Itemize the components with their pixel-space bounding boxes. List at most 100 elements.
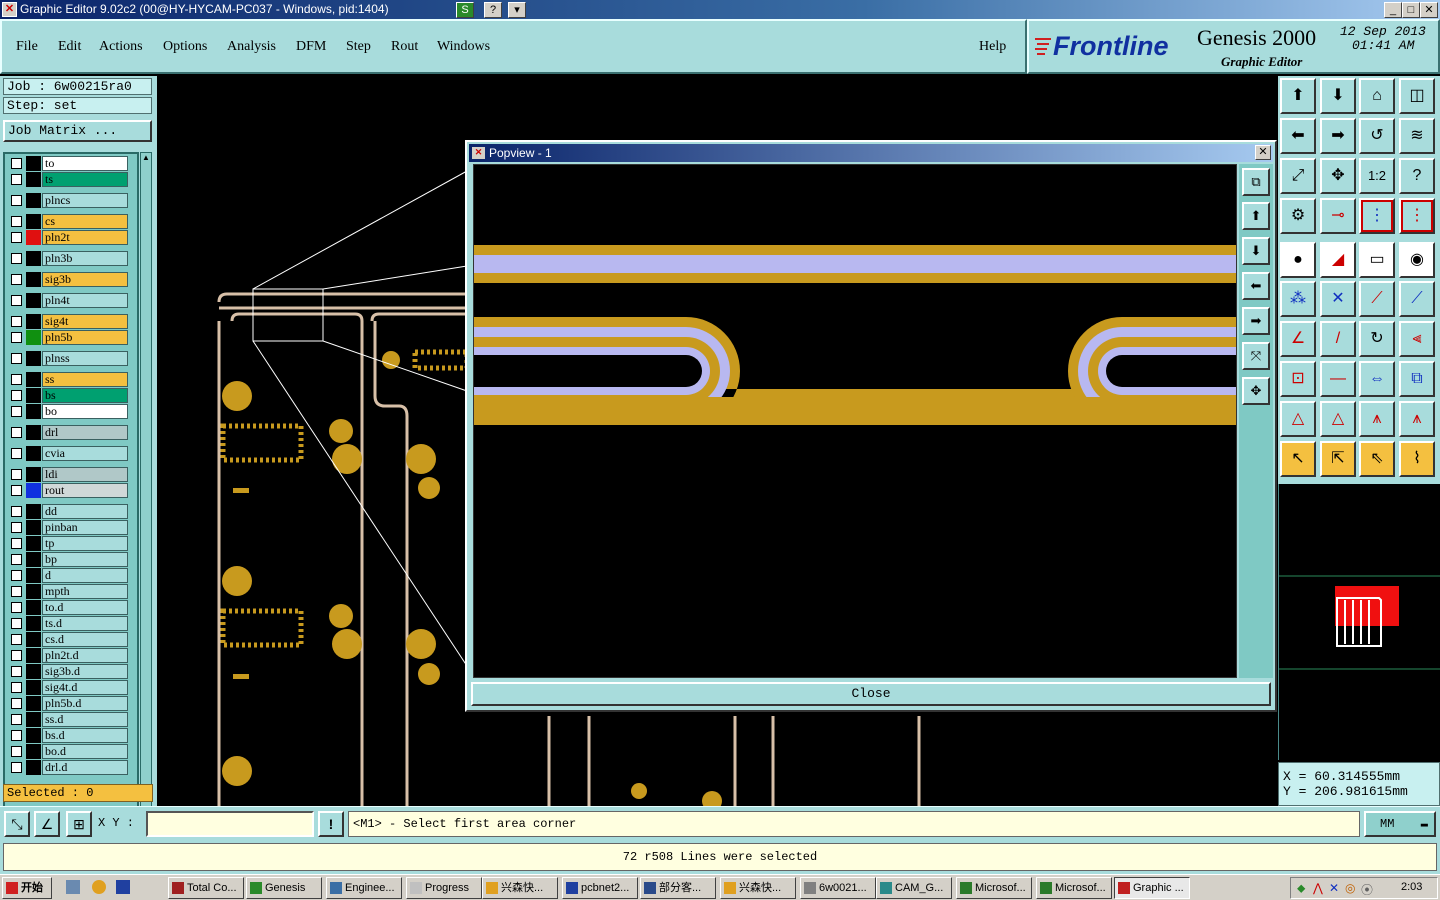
layer-color-swatch[interactable] (26, 388, 41, 403)
layer-name[interactable]: pln5b (42, 330, 128, 345)
zoom-fit-icon[interactable]: ✥ (1320, 158, 1356, 194)
taskbar-item[interactable]: Genesis (246, 877, 322, 899)
overview-map[interactable] (1278, 484, 1440, 760)
cross-icon[interactable]: ✕ (1320, 281, 1356, 317)
layer-color-swatch[interactable] (26, 293, 41, 308)
edit-path-icon[interactable]: ⌇ (1399, 441, 1435, 477)
popview-zoom-out-icon[interactable]: ⤧ (1242, 342, 1270, 370)
layer-name[interactable]: sig4t (42, 314, 128, 329)
layer-color-swatch[interactable] (26, 552, 41, 567)
layer-color-swatch[interactable] (26, 536, 41, 551)
layer-name[interactable]: rout (42, 483, 128, 498)
layer-row[interactable]: plnss (7, 351, 131, 366)
layer-row[interactable]: sig4t.d (7, 680, 131, 695)
layer-color-swatch[interactable] (26, 648, 41, 663)
info-icon[interactable]: ! (318, 811, 344, 837)
layer-checkbox[interactable] (11, 714, 22, 725)
layer-checkbox[interactable] (11, 253, 22, 264)
layer-row[interactable]: bs (7, 388, 131, 403)
layer-color-swatch[interactable] (26, 584, 41, 599)
layer-row[interactable]: mpth (7, 584, 131, 599)
layer-color-swatch[interactable] (26, 664, 41, 679)
job-matrix-button[interactable]: Job Matrix ... (3, 120, 152, 142)
layer-name[interactable]: cs.d (42, 632, 128, 647)
tray-icon[interactable]: ✕ (1329, 881, 1339, 895)
layer-row[interactable]: plncs (7, 193, 131, 208)
layer-name[interactable]: sig3b.d (42, 664, 128, 679)
redraw-icon[interactable]: ≋ (1399, 118, 1435, 154)
layer-checkbox[interactable] (11, 650, 22, 661)
popview-close-button[interactable]: Close (471, 682, 1271, 706)
home-icon[interactable]: ⌂ (1359, 78, 1395, 114)
probe-icon[interactable]: ⊸ (1320, 198, 1356, 234)
layer-checkbox[interactable] (11, 746, 22, 757)
layer-row[interactable]: ts.d (7, 616, 131, 631)
layer-name[interactable]: pln3b (42, 251, 128, 266)
layer-checkbox[interactable] (11, 216, 22, 227)
layer-color-swatch[interactable] (26, 251, 41, 266)
layer-checkbox[interactable] (11, 232, 22, 243)
layer-color-swatch[interactable] (26, 680, 41, 695)
tray-icon[interactable]: ⦿ (1361, 881, 1373, 898)
zoom-in-icon[interactable]: ⤢ (1280, 158, 1316, 194)
menu-edit[interactable]: Edit (58, 39, 81, 55)
taskbar-item[interactable]: 兴森快... (720, 877, 796, 899)
layer-name[interactable]: plnss (42, 351, 128, 366)
layer-row[interactable]: ts (7, 172, 131, 187)
layer-row[interactable]: drl.d (7, 760, 131, 775)
layer-row[interactable]: cs (7, 214, 131, 229)
layer-checkbox[interactable] (11, 730, 22, 741)
line-icon[interactable]: ⟋ (1359, 281, 1395, 317)
layer-color-swatch[interactable] (26, 712, 41, 727)
layer-color-swatch[interactable] (26, 744, 41, 759)
taskbar-item[interactable]: 部分客... (640, 877, 716, 899)
close-icon[interactable]: ✕ (1420, 2, 1438, 18)
taskbar-item[interactable]: Graphic ... (1114, 877, 1190, 899)
layer-name[interactable]: sig3b (42, 272, 128, 287)
layer-checkbox[interactable] (11, 295, 22, 306)
layer-checkbox[interactable] (11, 353, 22, 364)
menu-dfm[interactable]: DFM (296, 39, 326, 55)
layer-checkbox[interactable] (11, 448, 22, 459)
snap-corner-icon[interactable]: ⤡ (4, 811, 30, 837)
layer-color-swatch[interactable] (26, 616, 41, 631)
layer-checkbox[interactable] (11, 174, 22, 185)
layer-name[interactable]: bs (42, 388, 128, 403)
layer-row[interactable]: sig3b (7, 272, 131, 287)
snap-angle-icon[interactable]: ∠ (34, 811, 60, 837)
layer-row[interactable]: to (7, 156, 131, 171)
ruler-icon[interactable]: ▭ (1359, 242, 1395, 278)
menu-windows[interactable]: Windows (437, 39, 490, 55)
start-button[interactable]: 开始 (2, 877, 52, 899)
tray-icon[interactable]: ◎ (1345, 881, 1355, 895)
quicklaunch-desktop-icon[interactable] (66, 880, 80, 894)
layer-row[interactable]: pln2t.d (7, 648, 131, 663)
layer-checkbox[interactable] (11, 698, 22, 709)
popview-pan-up-icon[interactable]: ⬆ (1242, 202, 1270, 230)
measure-icon[interactable]: — (1320, 361, 1356, 397)
scroll-up-icon[interactable]: ▲ (141, 153, 151, 163)
layer-checkbox[interactable] (11, 570, 22, 581)
layer-name[interactable]: d (42, 568, 128, 583)
layer-color-swatch[interactable] (26, 696, 41, 711)
menu-analysis[interactable]: Analysis (227, 39, 276, 55)
layer-name[interactable]: cvia (42, 446, 128, 461)
layer-row[interactable]: bs.d (7, 728, 131, 743)
popview-pan-down-icon[interactable]: ⬇ (1242, 237, 1270, 265)
connect-icon[interactable]: ⁂ (1280, 281, 1316, 317)
popview-pan-left-icon[interactable]: ⬅ (1242, 272, 1270, 300)
layer-name[interactable]: pln2t (42, 230, 128, 245)
snap-icon[interactable]: ⊡ (1280, 361, 1316, 397)
layer-color-swatch[interactable] (26, 728, 41, 743)
popview-zoom-fit-icon[interactable]: ✥ (1242, 377, 1270, 405)
ratio-button[interactable]: 1:2 (1359, 158, 1395, 194)
layer-checkbox[interactable] (11, 406, 22, 417)
pan-right-icon[interactable]: ➡ (1320, 118, 1356, 154)
help-button[interactable]: ? (484, 2, 502, 18)
layer-name[interactable]: ldi (42, 467, 128, 482)
popview-pan-right-icon[interactable]: ➡ (1242, 307, 1270, 335)
layer-checkbox[interactable] (11, 316, 22, 327)
layer-name[interactable]: cs (42, 214, 128, 229)
minimize-icon[interactable]: _ (1384, 2, 1402, 18)
layer-name[interactable]: bo (42, 404, 128, 419)
